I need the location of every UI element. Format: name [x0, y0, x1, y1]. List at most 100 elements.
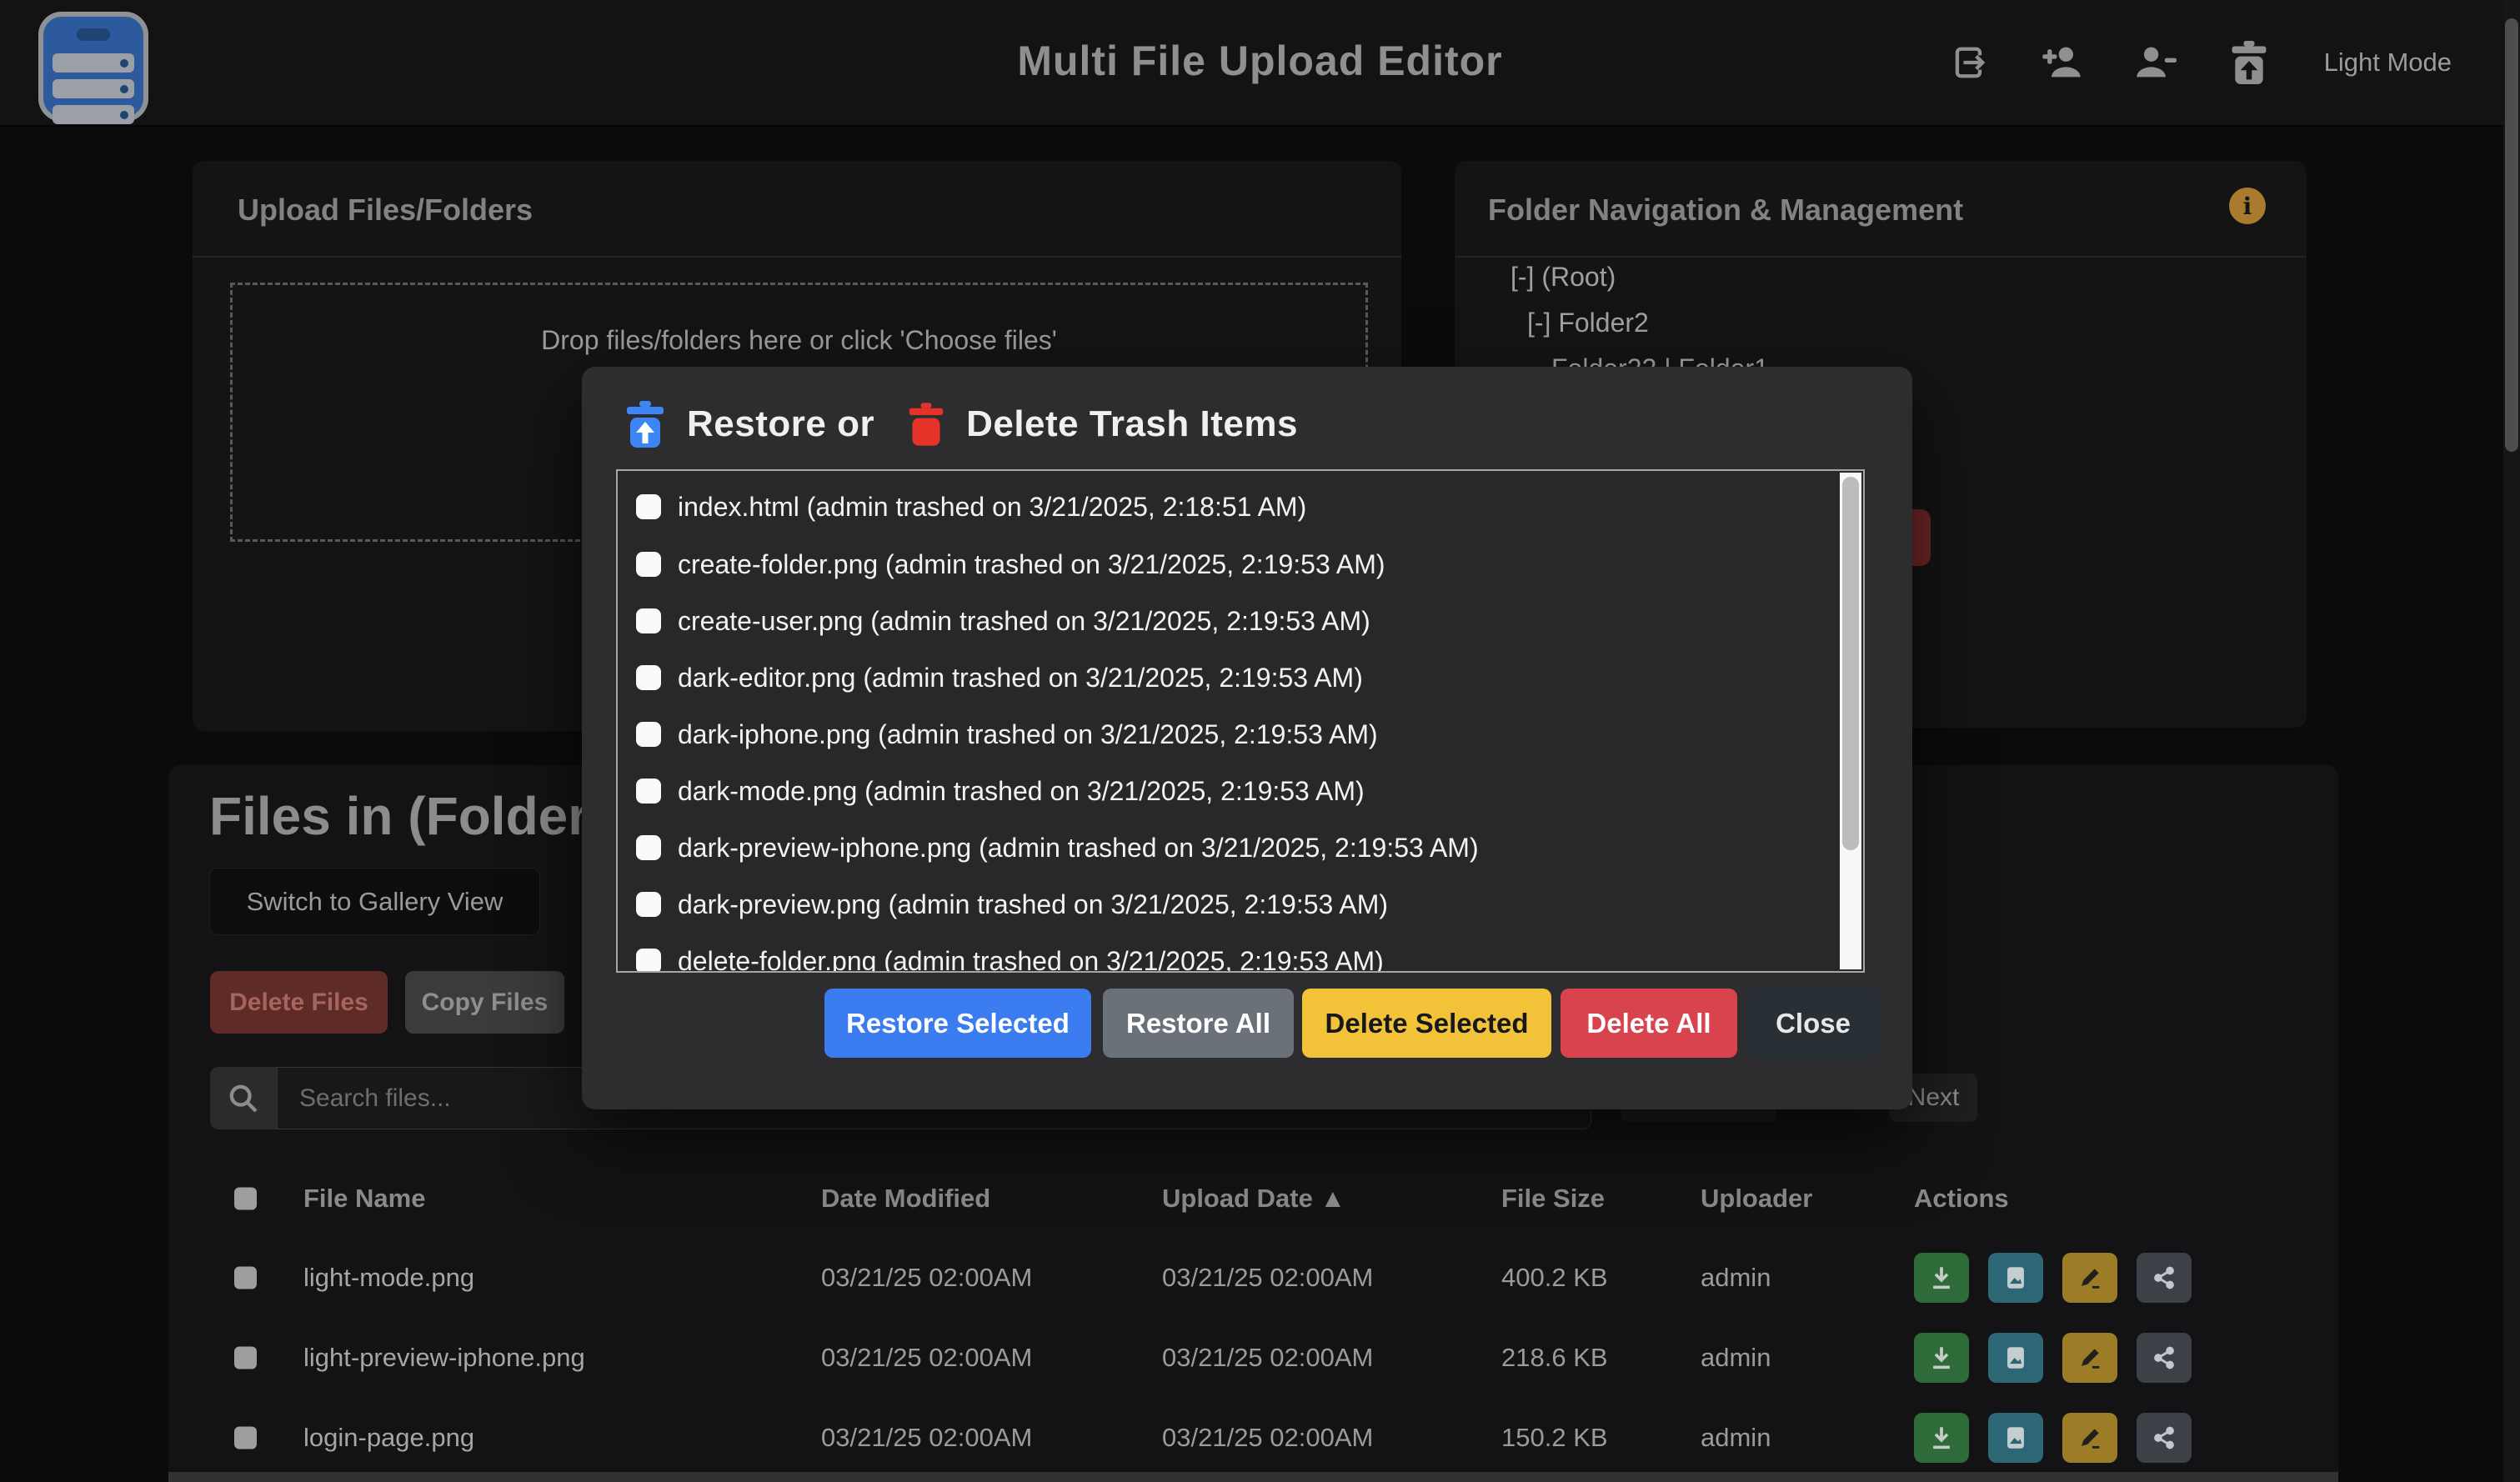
- image-preview-icon[interactable]: [1988, 1253, 2043, 1303]
- sort-asc-icon: ▲: [1320, 1184, 1345, 1213]
- image-preview-icon[interactable]: [1988, 1413, 2043, 1463]
- page-scrollbar-thumb[interactable]: [2505, 18, 2518, 452]
- col-upload-date[interactable]: Upload Date ▲: [1162, 1184, 1345, 1214]
- date-modified: 03/21/25 02:00AM: [821, 1263, 1032, 1293]
- item-label: dark-mode.png (admin trashed on 3/21/202…: [678, 776, 1365, 807]
- trash-red-icon: [908, 401, 944, 448]
- list-scrollbar[interactable]: [1840, 473, 1861, 969]
- user-plus-icon[interactable]: [2039, 39, 2086, 86]
- row-checkbox[interactable]: [234, 1267, 257, 1289]
- share-icon[interactable]: [2137, 1253, 2192, 1303]
- file-name: light-mode.png: [303, 1263, 474, 1293]
- item-checkbox[interactable]: [636, 608, 661, 633]
- item-label: dark-preview-iphone.png (admin trashed o…: [678, 833, 1479, 864]
- share-icon[interactable]: [2137, 1413, 2192, 1463]
- item-label: create-user.png (admin trashed on 3/21/2…: [678, 606, 1370, 637]
- upload-date: 03/21/25 02:00AM: [1162, 1423, 1373, 1453]
- col-file-name[interactable]: File Name: [303, 1184, 425, 1214]
- item-label: create-folder.png (admin trashed on 3/21…: [678, 549, 1385, 580]
- delete-files-button[interactable]: Delete Files: [210, 971, 388, 1034]
- file-size: 150.2 KB: [1501, 1423, 1608, 1453]
- upload-date: 03/21/25 02:00AM: [1162, 1263, 1373, 1293]
- delete-all-button[interactable]: Delete All: [1561, 989, 1737, 1058]
- trash-list-item: delete-folder.png (admin trashed on 3/21…: [636, 943, 1825, 973]
- download-icon[interactable]: [1914, 1333, 1969, 1383]
- trash-list-item: dark-iphone.png (admin trashed on 3/21/2…: [636, 716, 1825, 753]
- divider: [193, 256, 1401, 258]
- trash-items-list: index.html (admin trashed on 3/21/2025, …: [616, 469, 1865, 973]
- table-bottom-scrollbar[interactable]: [168, 1472, 2338, 1482]
- uploader: admin: [1701, 1263, 1771, 1293]
- delete-selected-button[interactable]: Delete Selected: [1302, 989, 1551, 1058]
- item-label: dark-iphone.png (admin trashed on 3/21/2…: [678, 719, 1378, 750]
- uploader: admin: [1701, 1423, 1771, 1453]
- edit-icon[interactable]: [2062, 1333, 2117, 1383]
- item-label: dark-preview.png (admin trashed on 3/21/…: [678, 889, 1388, 920]
- trash-list-item: create-folder.png (admin trashed on 3/21…: [636, 546, 1825, 583]
- table-row: light-preview-iphone.png 03/21/25 02:00A…: [168, 1333, 2338, 1383]
- switch-gallery-view-button[interactable]: Switch to Gallery View: [209, 868, 540, 935]
- edit-icon[interactable]: [2062, 1253, 2117, 1303]
- row-checkbox[interactable]: [234, 1427, 257, 1449]
- file-size: 400.2 KB: [1501, 1263, 1608, 1293]
- search-icon: [210, 1067, 277, 1129]
- app-window: Multi File Upload Editor: [0, 0, 2520, 1482]
- item-checkbox[interactable]: [636, 835, 661, 860]
- modal-title-delete: Delete Trash Items: [966, 403, 1298, 445]
- trash-list-item: dark-preview-iphone.png (admin trashed o…: [636, 829, 1825, 866]
- copy-files-button[interactable]: Copy Files: [405, 971, 564, 1034]
- light-mode-toggle[interactable]: Light Mode: [2319, 47, 2457, 78]
- col-date-modified[interactable]: Date Modified: [821, 1184, 990, 1214]
- item-checkbox[interactable]: [636, 779, 661, 804]
- trash-restore-blue-icon: [625, 400, 665, 448]
- item-label: delete-folder.png (admin trashed on 3/21…: [678, 946, 1384, 974]
- upload-panel-title: Upload Files/Folders: [238, 193, 533, 228]
- trash-list-item: dark-mode.png (admin trashed on 3/21/202…: [636, 773, 1825, 809]
- upload-date: 03/21/25 02:00AM: [1162, 1343, 1373, 1373]
- modal-title: Restore or Delete Trash Items: [625, 400, 1298, 448]
- top-bar: Multi File Upload Editor: [0, 0, 2520, 127]
- list-scrollbar-thumb[interactable]: [1842, 477, 1859, 850]
- tree-node-root[interactable]: [-] (Root): [1510, 262, 1616, 293]
- restore-selected-button[interactable]: Restore Selected: [824, 989, 1091, 1058]
- item-label: index.html (admin trashed on 3/21/2025, …: [678, 492, 1306, 523]
- tree-node-folder2[interactable]: [-] Folder2: [1527, 308, 1649, 338]
- file-size: 218.6 KB: [1501, 1343, 1608, 1373]
- select-all-checkbox[interactable]: [234, 1188, 257, 1210]
- item-checkbox[interactable]: [636, 949, 661, 973]
- download-icon[interactable]: [1914, 1413, 1969, 1463]
- restore-all-button[interactable]: Restore All: [1103, 989, 1294, 1058]
- date-modified: 03/21/25 02:00AM: [821, 1423, 1032, 1453]
- trash-list-item: dark-preview.png (admin trashed on 3/21/…: [636, 886, 1825, 923]
- trash-items-modal: Restore or Delete Trash Items index.html…: [582, 367, 1912, 1109]
- edit-icon[interactable]: [2062, 1413, 2117, 1463]
- row-checkbox[interactable]: [234, 1347, 257, 1369]
- col-file-size[interactable]: File Size: [1501, 1184, 1605, 1214]
- file-name: login-page.png: [303, 1423, 474, 1453]
- item-checkbox[interactable]: [636, 892, 661, 917]
- download-icon[interactable]: [1914, 1253, 1969, 1303]
- date-modified: 03/21/25 02:00AM: [821, 1343, 1032, 1373]
- table-row: light-mode.png 03/21/25 02:00AM 03/21/25…: [168, 1253, 2338, 1303]
- image-preview-icon[interactable]: [1988, 1333, 2043, 1383]
- item-checkbox[interactable]: [636, 552, 661, 577]
- file-name: light-preview-iphone.png: [303, 1343, 585, 1373]
- trash-restore-icon[interactable]: [2226, 39, 2272, 86]
- header-actions: Light Mode: [1946, 0, 2457, 125]
- item-checkbox[interactable]: [636, 722, 661, 747]
- item-checkbox[interactable]: [636, 665, 661, 690]
- trash-list-item: dark-editor.png (admin trashed on 3/21/2…: [636, 659, 1825, 696]
- col-actions: Actions: [1914, 1184, 2009, 1214]
- trash-list-item: index.html (admin trashed on 3/21/2025, …: [636, 488, 1825, 525]
- item-label: dark-editor.png (admin trashed on 3/21/2…: [678, 663, 1363, 693]
- user-minus-icon[interactable]: [2132, 39, 2179, 86]
- page-scrollbar[interactable]: [2503, 0, 2520, 1482]
- share-icon[interactable]: [2137, 1333, 2192, 1383]
- close-button[interactable]: Close: [1746, 989, 1881, 1058]
- item-checkbox[interactable]: [636, 494, 661, 519]
- uploader: admin: [1701, 1343, 1771, 1373]
- table-row: login-page.png 03/21/25 02:00AM 03/21/25…: [168, 1413, 2338, 1463]
- login-icon[interactable]: [1946, 39, 1992, 86]
- col-uploader[interactable]: Uploader: [1701, 1184, 1812, 1214]
- trash-list-item: create-user.png (admin trashed on 3/21/2…: [636, 603, 1825, 639]
